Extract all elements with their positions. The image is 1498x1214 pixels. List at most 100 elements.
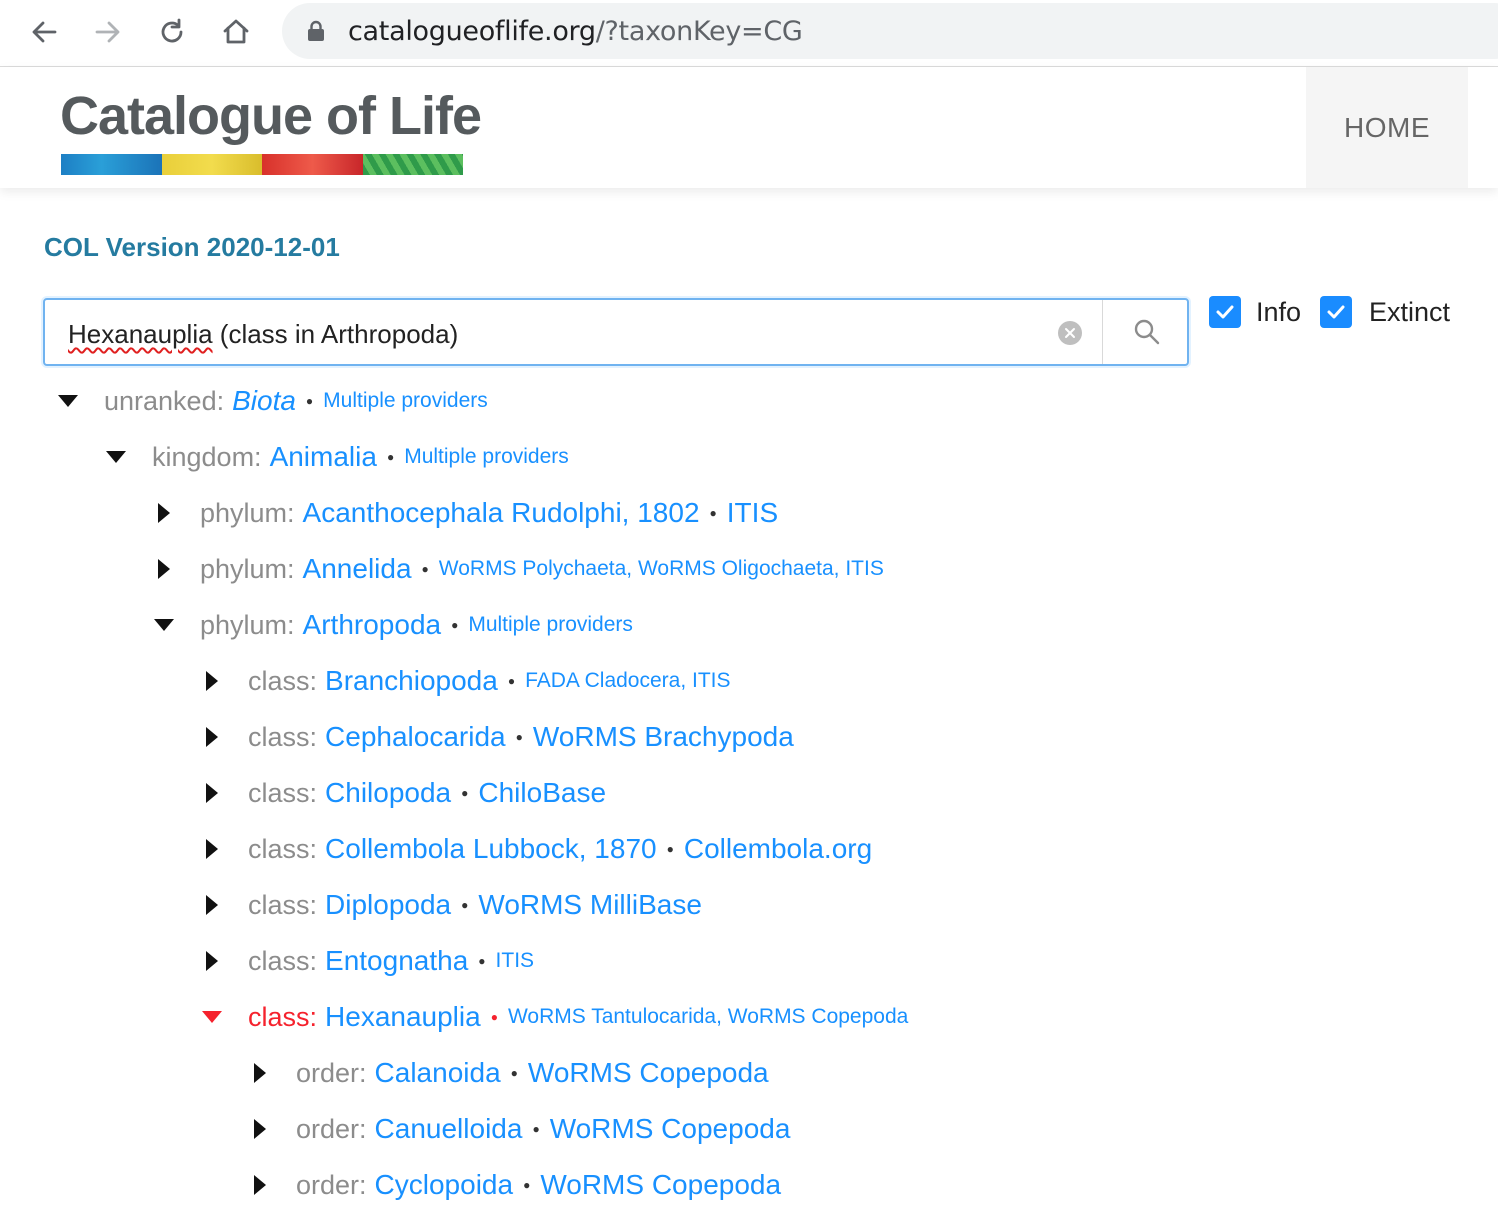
tree-node-provider-link[interactable]: WoRMS Copepoda <box>528 1057 769 1089</box>
tree-node-provider-link[interactable]: Multiple providers <box>404 445 569 469</box>
separator-dot: ● <box>523 1178 531 1192</box>
arrow-right-icon <box>95 21 120 43</box>
tree-node-name-link[interactable]: Calanoida <box>375 1057 501 1089</box>
tree-node: phylum: Annelida ● WoRMS Polychaeta, WoRMS … <box>152 549 884 589</box>
caret-right-icon[interactable] <box>248 1117 272 1141</box>
caret-down-icon[interactable] <box>104 445 128 469</box>
tree-node-provider-link[interactable]: ChiloBase <box>478 777 606 809</box>
site-logo[interactable]: Catalogue of Life <box>60 85 482 147</box>
extinct-checkbox[interactable] <box>1320 296 1352 328</box>
separator-dot: ● <box>490 1010 498 1024</box>
tree-node: phylum: Acanthocephala Rudolphi, 1802 ● ITI… <box>152 493 778 533</box>
tree-node-rank: unranked: <box>104 385 225 416</box>
tree-node-rank: phylum: <box>200 609 295 640</box>
tree-node-rank: order: <box>296 1169 367 1200</box>
tree-node-provider-link[interactable]: WoRMS MilliBase <box>478 889 702 921</box>
tree-node-name-link[interactable]: Cyclopoida <box>375 1169 514 1201</box>
tree-node-provider-link[interactable]: ITIS <box>727 497 778 529</box>
tree-node-provider-link[interactable]: WoRMS Polychaeta, WoRMS Oligochaeta, ITI… <box>439 557 884 581</box>
separator-dot: ● <box>507 674 516 688</box>
caret-down-icon[interactable] <box>56 389 80 413</box>
tree-node: class: Diplopoda ● WoRMS MilliBase <box>200 885 702 925</box>
tree-node-provider-link[interactable]: WoRMS Brachypoda <box>533 721 794 753</box>
separator-dot: ● <box>709 506 717 520</box>
tree-node-name-link[interactable]: Chilopoda <box>325 777 451 809</box>
tree-node-provider-link[interactable]: WoRMS Copepoda <box>550 1113 791 1145</box>
tree-node-name-link[interactable]: Hexanauplia <box>325 1001 481 1033</box>
caret-down-icon[interactable] <box>152 613 176 637</box>
separator-dot: ● <box>666 842 674 856</box>
caret-right-icon[interactable] <box>200 837 224 861</box>
tree-node-name-link[interactable]: Canuelloida <box>375 1113 523 1145</box>
tree-node-name-link[interactable]: Cephalocarida <box>325 721 506 753</box>
tree-node: kingdom: Animalia ● Multiple providers <box>104 437 569 477</box>
address-bar[interactable]: catalogueoflife.org/?taxonKey=CG <box>282 3 1498 59</box>
tree-node-name-link[interactable]: Diplopoda <box>325 889 451 921</box>
separator-dot: ● <box>461 786 469 800</box>
info-checkbox[interactable] <box>1209 296 1241 328</box>
tree-node: order: Cyclopoida ● WoRMS Copepoda <box>248 1165 781 1205</box>
tree-node-rank: class: <box>248 665 318 696</box>
clear-icon[interactable] <box>1058 321 1082 345</box>
home-button[interactable] <box>216 12 256 52</box>
caret-right-icon[interactable] <box>200 893 224 917</box>
reload-icon <box>161 18 183 43</box>
tree-node-name-link[interactable]: Entognatha <box>325 945 468 977</box>
tree-node: class: Cephalocarida ● WoRMS Brachypoda <box>200 717 794 757</box>
tree-node: order: Canuelloida ● WoRMS Copepoda <box>248 1109 790 1149</box>
forward-button[interactable] <box>88 12 128 52</box>
search-button[interactable] <box>1102 300 1190 364</box>
search-value-flagged: Hexanauplia <box>68 319 213 349</box>
nav-home-label: HOME <box>1344 111 1430 143</box>
tree-node-name-link[interactable]: Arthropoda <box>303 609 442 641</box>
tree-node: class: Collembola Lubbock, 1870 ● Collembol… <box>200 829 872 869</box>
taxon-search-input[interactable]: Hexanauplia (class in Arthropoda) <box>43 298 1189 366</box>
tree-node-rank: phylum: <box>200 553 295 584</box>
back-button[interactable] <box>24 12 64 52</box>
check-icon <box>1327 305 1345 319</box>
tree-node-provider-link[interactable]: WoRMS Copepoda <box>540 1169 781 1201</box>
caret-right-icon[interactable] <box>152 501 176 525</box>
tree-node: phylum: Arthropoda ● Multiple providers <box>152 605 633 645</box>
tree-node-name-link[interactable]: Acanthocephala Rudolphi, 1802 <box>303 497 700 529</box>
caret-right-icon[interactable] <box>152 557 176 581</box>
tree-node-rank: class: <box>248 721 318 752</box>
tree-node-name-link[interactable]: Animalia <box>270 441 377 473</box>
search-value-rest: (class in Arthropoda) <box>212 319 459 349</box>
url-path: /?taxonKey=CG <box>595 16 803 47</box>
separator-dot: ● <box>421 562 429 576</box>
info-label[interactable]: Info <box>1256 297 1301 328</box>
tree-node-provider-link[interactable]: Collembola.org <box>684 833 872 865</box>
tree-node-provider-link[interactable]: Multiple providers <box>323 389 488 413</box>
caret-down-icon[interactable] <box>200 1005 224 1029</box>
separator-dot: ● <box>386 450 395 464</box>
reload-button[interactable] <box>152 12 192 52</box>
caret-right-icon[interactable] <box>200 781 224 805</box>
tree-node-provider-link[interactable]: FADA Cladocera, ITIS <box>525 669 730 693</box>
arrow-left-icon <box>32 21 57 43</box>
lock-icon <box>308 20 324 41</box>
caret-right-icon[interactable] <box>200 949 224 973</box>
tree-node-name-link[interactable]: Annelida <box>303 553 412 585</box>
caret-right-icon[interactable] <box>200 669 224 693</box>
extinct-label[interactable]: Extinct <box>1369 297 1450 328</box>
caret-right-icon[interactable] <box>248 1061 272 1085</box>
tree-node-name-link[interactable]: Branchiopoda <box>325 665 498 697</box>
caret-right-icon[interactable] <box>200 725 224 749</box>
url-text: catalogueoflife.org/?taxonKey=CG <box>348 16 803 47</box>
tree-node-rank: phylum: <box>200 497 295 528</box>
search-value: Hexanauplia (class in Arthropoda) <box>68 319 458 350</box>
tree-node-provider-link[interactable]: ITIS <box>496 949 535 973</box>
tree-node: class: Chilopoda ● ChiloBase <box>200 773 606 813</box>
tree-node-name-link[interactable]: Collembola Lubbock, 1870 <box>325 833 657 865</box>
tree-node-name-link[interactable]: Biota <box>232 385 296 417</box>
tree-node-provider-link[interactable]: WoRMS Tantulocarida, WoRMS Copepoda <box>508 1005 908 1029</box>
separator-dot: ● <box>532 1122 540 1136</box>
site-header: Catalogue of Life HOME <box>0 67 1498 188</box>
check-icon <box>1216 305 1234 319</box>
nav-home[interactable]: HOME <box>1306 67 1468 188</box>
separator-dot: ● <box>305 394 314 408</box>
tree-node-provider-link[interactable]: Multiple providers <box>468 613 633 637</box>
separator-dot: ● <box>510 1066 518 1080</box>
caret-right-icon[interactable] <box>248 1173 272 1197</box>
